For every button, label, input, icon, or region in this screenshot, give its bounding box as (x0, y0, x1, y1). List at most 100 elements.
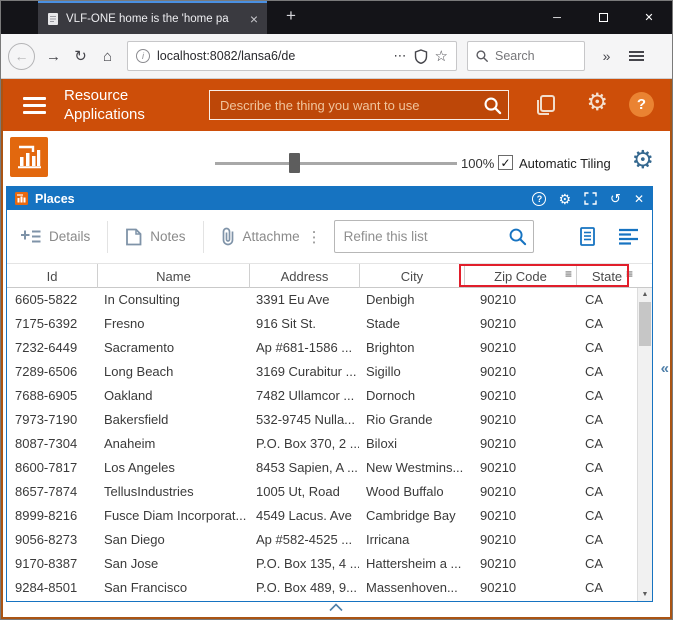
site-info-icon[interactable]: i (136, 49, 150, 63)
back-button[interactable]: ← (8, 42, 35, 70)
help-button[interactable]: ? (629, 92, 654, 117)
table-cell: CA (585, 292, 604, 307)
column-header-label: Zip Code (494, 268, 547, 284)
minimize-button[interactable]: ─ (534, 1, 580, 34)
bookmark-star-icon[interactable]: ☆ (435, 47, 448, 65)
list-view-icon[interactable] (619, 228, 638, 245)
places-history-icon[interactable]: ↺ (610, 192, 621, 205)
scroll-down-icon[interactable]: ▼ (638, 591, 652, 598)
table-cell: 8453 Sapien, A ... (256, 460, 358, 475)
browser-menu-icon[interactable] (629, 50, 644, 62)
tab-close-icon[interactable]: × (250, 11, 258, 27)
table-row[interactable]: 9056-8273 San Diego Ap #582-4525 ... Irrica… (7, 528, 637, 552)
tab-favicon-icon (47, 12, 59, 26)
collapse-right-panel-icon[interactable]: « (661, 360, 669, 377)
details-button[interactable]: Details (21, 229, 90, 245)
toolbar-overflow-icon[interactable]: ⋮ (307, 228, 322, 246)
table-cell: San Diego (104, 532, 165, 547)
scroll-thumb[interactable] (639, 302, 651, 346)
maximize-icon (598, 13, 608, 22)
notes-button[interactable]: Notes (125, 228, 186, 246)
app-tile-button[interactable] (10, 137, 48, 177)
table-body: 6605-5822 In Consulting 3391 Eu Ave Denbigh… (7, 288, 637, 601)
page-actions-icon[interactable]: ⋯ (394, 48, 407, 64)
app-title-line2: Applications (64, 106, 145, 123)
vertical-scrollbar[interactable]: ▲ ▼ (637, 288, 652, 601)
table-cell: 9056-8273 (15, 532, 78, 547)
new-tab-button[interactable]: + (279, 6, 303, 26)
browser-tab[interactable]: VLF-ONE home is the 'home pa × (38, 1, 267, 34)
report-document-icon[interactable] (580, 227, 595, 246)
table-cell: 90210 (480, 532, 517, 547)
table-row[interactable]: 8999-8216 Fusce Diam Incorporat... 4549 La… (7, 504, 637, 528)
table-row[interactable]: 7973-7190 Bakersfield 532-9745 Nulla... Rio… (7, 408, 637, 432)
refine-input[interactable] (334, 221, 533, 252)
table-row[interactable]: 7289-6506 Long Beach 3169 Curabitur ... Sig… (7, 360, 637, 384)
scroll-up-icon[interactable]: ▲ (638, 291, 652, 298)
app-search-input[interactable] (210, 91, 508, 119)
workspace-settings-icon[interactable]: ⚙ (632, 147, 654, 173)
tab-title: VLF-ONE home is the 'home pa (66, 12, 229, 25)
app-viewport: Resource Applications ⚙ ? 100% ✓ Automat… (1, 79, 672, 619)
table-cell: 7232-6449 (15, 340, 78, 355)
table-row[interactable]: 9284-8501 San Francisco P.O. Box 489, 9...… (7, 576, 637, 600)
table-row[interactable]: 9170-8387 San Jose P.O. Box 135, 4 ... Hatt… (7, 552, 637, 576)
home-button[interactable]: ⌂ (94, 48, 121, 65)
table-cell: 90210 (480, 412, 517, 427)
zoom-slider-handle[interactable] (289, 153, 300, 173)
table-cell: 8657-7874 (15, 484, 78, 499)
overflow-chevrons-icon[interactable]: » (593, 48, 620, 64)
app-search[interactable] (209, 90, 509, 120)
app-menu-icon[interactable] (23, 97, 46, 100)
table-cell: Dornoch (366, 388, 416, 403)
table-row[interactable]: 6605-5822 In Consulting 3391 Eu Ave Denbigh… (7, 288, 637, 312)
table-cell: CA (585, 460, 604, 475)
maximize-button[interactable] (580, 1, 626, 34)
table-cell: 90210 (480, 460, 517, 475)
column-header-name[interactable]: Name (97, 264, 249, 288)
auto-tiling-checkbox[interactable]: ✓ (498, 155, 513, 170)
collapse-bottom-panel-icon[interactable] (328, 603, 344, 612)
table-cell: CA (585, 340, 604, 355)
app-search-icon[interactable] (483, 96, 502, 115)
refine-search-icon[interactable] (508, 227, 527, 246)
table-cell: 90210 (480, 292, 517, 307)
table-cell: Bakersfield (104, 412, 169, 427)
table-cell: P.O. Box 489, 9... (256, 580, 357, 595)
close-button[interactable]: ✕ (626, 1, 672, 34)
reload-button[interactable]: ↻ (67, 47, 94, 65)
notes-label: Notes (150, 229, 186, 244)
zoom-slider-track[interactable] (215, 162, 457, 165)
chart-icon (18, 145, 41, 169)
column-filter-icon[interactable]: ≡ (626, 267, 633, 281)
column-header-id[interactable]: Id (7, 264, 97, 288)
column-header-zip-code[interactable]: Zip Code ≡ (464, 264, 576, 288)
column-header-state[interactable]: State ≡ (576, 264, 637, 288)
address-bar[interactable]: i localhost:8082/lansa6/de ⋯ ☆ (127, 41, 457, 71)
places-settings-icon[interactable]: ⚙ (558, 192, 571, 206)
table-row[interactable]: 8657-7874 TellusIndustries 1005 Ut, Road Wo… (7, 480, 637, 504)
table-row[interactable]: 8087-7304 Anaheim P.O. Box 370, 2 ... Bilox… (7, 432, 637, 456)
table-row[interactable]: 8600-7817 Los Angeles 8453 Sapien, A ... Ne… (7, 456, 637, 480)
refine-search[interactable] (333, 220, 534, 253)
app-title: Resource Applications (64, 86, 145, 124)
browser-search-input[interactable] (495, 49, 565, 63)
column-header-address[interactable]: Address (249, 264, 359, 288)
table-row[interactable]: 7232-6449 Sacramento Ap #681-1586 ... Brigh… (7, 336, 637, 360)
places-expand-icon[interactable] (584, 192, 597, 205)
places-help-icon[interactable]: ? (532, 191, 547, 206)
app-header: Resource Applications ⚙ ? (3, 79, 670, 131)
column-filter-icon[interactable]: ≡ (565, 267, 572, 281)
column-header-city[interactable]: City (359, 264, 464, 288)
tracking-protection-icon[interactable] (414, 48, 428, 64)
browser-search[interactable] (467, 41, 585, 71)
table-row[interactable]: 7688-6905 Oakland 7482 Ullamcor ... Dornoch… (7, 384, 637, 408)
applications-stack-icon[interactable] (534, 93, 558, 122)
attachments-button[interactable]: Attachme (221, 227, 300, 246)
settings-gear-icon[interactable]: ⚙ (586, 89, 608, 117)
places-titlebar[interactable]: Places ? ⚙ ↺ ✕ (7, 187, 652, 210)
table-cell: P.O. Box 135, 4 ... (256, 556, 359, 571)
places-close-icon[interactable]: ✕ (634, 193, 644, 205)
table-row[interactable]: 7175-6392 Fresno 916 Sit St. Stade 90210 CA (7, 312, 637, 336)
forward-button[interactable]: → (40, 48, 67, 65)
